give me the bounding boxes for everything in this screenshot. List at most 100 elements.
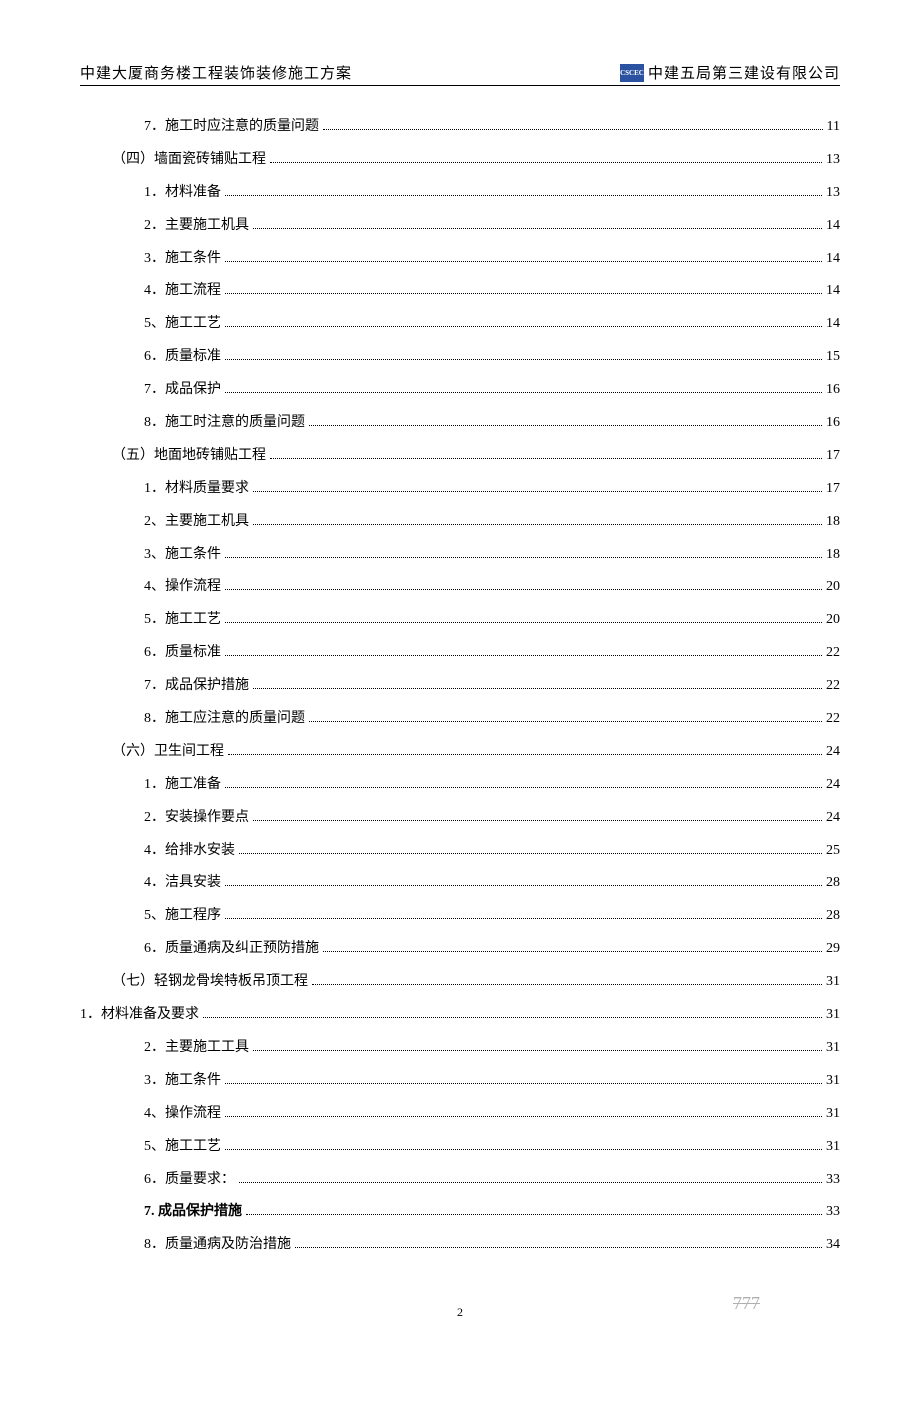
- toc-page-number: 18: [826, 513, 840, 532]
- toc-label: 8．施工时注意的质量问题: [144, 414, 305, 433]
- toc-leader-dots: [239, 853, 822, 854]
- toc-entry: 3、施工条件18: [80, 546, 840, 565]
- toc-page-number: 33: [826, 1171, 840, 1190]
- toc-leader-dots: [225, 885, 822, 886]
- toc-page-number: 14: [826, 282, 840, 301]
- toc-label: 7．成品保护: [144, 381, 221, 400]
- toc-label: （六）卫生间工程: [112, 743, 224, 762]
- toc-page-number: 31: [826, 1072, 840, 1091]
- toc-label: 4．给排水安装: [144, 842, 235, 861]
- toc-leader-dots: [225, 622, 822, 623]
- toc-label: （七）轻钢龙骨埃特板吊顶工程: [112, 973, 308, 992]
- header-left-title: 中建大厦商务楼工程装饰装修施工方案: [80, 62, 352, 83]
- toc-entry: 2．安装操作要点 24: [80, 809, 840, 828]
- toc-label: 6．质量标准: [144, 644, 221, 663]
- toc-page-number: 31: [826, 1039, 840, 1058]
- toc-entry: 8．施工时注意的质量问题 16: [80, 414, 840, 433]
- toc-label: 3．施工条件: [144, 1072, 221, 1091]
- toc-page-number: 24: [826, 809, 840, 828]
- toc-page-number: 20: [826, 578, 840, 597]
- toc-entry: 8．质量通病及防治措施34: [80, 1236, 840, 1255]
- toc-page-number: 28: [826, 907, 840, 926]
- toc-entry: 1．施工准备 24: [80, 776, 840, 795]
- company-logo-icon: CSCEC: [620, 64, 644, 82]
- toc-leader-dots: [225, 1149, 822, 1150]
- toc-label: 5、施工工艺: [144, 315, 221, 334]
- toc-entry: 6．质量标准 15: [80, 348, 840, 367]
- toc-page-number: 31: [826, 973, 840, 992]
- toc-entry: 4．施工流程 14: [80, 282, 840, 301]
- toc-entry: 1．材料质量要求17: [80, 480, 840, 499]
- toc-leader-dots: [309, 425, 822, 426]
- toc-label: 6．质量通病及纠正预防措施: [144, 940, 319, 959]
- toc-label: 7．成品保护措施: [144, 677, 249, 696]
- toc-label: 3、施工条件: [144, 546, 221, 565]
- toc-page-number: 22: [826, 677, 840, 696]
- toc-leader-dots: [225, 655, 822, 656]
- toc-label: 2．安装操作要点: [144, 809, 249, 828]
- toc-page-number: 24: [826, 776, 840, 795]
- page-number: 2: [80, 1305, 840, 1320]
- toc-entry: （五）地面地砖铺贴工程17: [80, 447, 840, 466]
- toc-label: 4．施工流程: [144, 282, 221, 301]
- toc-page-number: 33: [826, 1203, 840, 1222]
- toc-label: 3．施工条件: [144, 250, 221, 269]
- toc-leader-dots: [203, 1017, 822, 1018]
- toc-entry: 1．材料准备及要求31: [80, 1006, 840, 1025]
- toc-page-number: 34: [826, 1236, 840, 1255]
- toc-entry: （四）墙面瓷砖铺贴工程13: [80, 151, 840, 170]
- toc-label: 1．材料质量要求: [144, 480, 249, 499]
- toc-label: 5．施工工艺: [144, 611, 221, 630]
- toc-leader-dots: [309, 721, 822, 722]
- toc-entry: 2．主要施工机具14: [80, 217, 840, 236]
- toc-entry: 3．施工条件 31: [80, 1072, 840, 1091]
- toc-leader-dots: [225, 1116, 822, 1117]
- toc-leader-dots: [225, 589, 822, 590]
- toc-label: 1．施工准备: [144, 776, 221, 795]
- toc-entry: 4．洁具安装28: [80, 874, 840, 893]
- toc-label: 4．洁具安装: [144, 874, 221, 893]
- toc-label: 4、操作流程: [144, 1105, 221, 1124]
- toc-leader-dots: [225, 1083, 822, 1084]
- company-name: 中建五局第三建设有限公司: [648, 62, 840, 83]
- toc-leader-dots: [225, 195, 822, 196]
- toc-label: 6．质量要求：: [144, 1171, 235, 1190]
- toc-entry: 7．施工时应注意的质量问题11: [80, 118, 840, 137]
- toc-entry: 6．质量要求： 33: [80, 1171, 840, 1190]
- toc-leader-dots: [225, 261, 822, 262]
- toc-leader-dots: [246, 1214, 822, 1215]
- toc-entry: （七）轻钢龙骨埃特板吊顶工程 31: [80, 973, 840, 992]
- toc-leader-dots: [225, 326, 822, 327]
- toc-page-number: 24: [826, 743, 840, 762]
- toc-page-number: 16: [826, 414, 840, 433]
- toc-entry: 5、施工程序28: [80, 907, 840, 926]
- toc-leader-dots: [225, 392, 822, 393]
- toc-label: 6．质量标准: [144, 348, 221, 367]
- toc-entry: 6．质量标准22: [80, 644, 840, 663]
- toc-leader-dots: [225, 918, 822, 919]
- toc-entry: 4、操作流程20: [80, 578, 840, 597]
- toc-entry: 2、主要施工机具18: [80, 513, 840, 532]
- toc-label: （四）墙面瓷砖铺贴工程: [112, 151, 266, 170]
- toc-leader-dots: [253, 491, 822, 492]
- toc-leader-dots: [239, 1182, 822, 1183]
- toc-page-number: 15: [826, 348, 840, 367]
- toc-entry: 4、操作流程 31: [80, 1105, 840, 1124]
- toc-leader-dots: [323, 951, 822, 952]
- toc-leader-dots: [225, 293, 822, 294]
- toc-label: 7．施工时应注意的质量问题: [144, 118, 319, 137]
- header-right-company: CSCEC 中建五局第三建设有限公司: [620, 62, 840, 83]
- toc-entry: 5、施工工艺31: [80, 1138, 840, 1157]
- toc-entry: 3．施工条件14: [80, 250, 840, 269]
- footer-watermark: 777: [733, 1293, 760, 1314]
- toc-leader-dots: [270, 458, 822, 459]
- toc-leader-dots: [253, 1050, 822, 1051]
- toc-page-number: 25: [826, 842, 840, 861]
- toc-page-number: 20: [826, 611, 840, 630]
- toc-entry: （六）卫生间工程 24: [80, 743, 840, 762]
- toc-page-number: 31: [826, 1105, 840, 1124]
- toc-leader-dots: [225, 359, 822, 360]
- toc-entry: 7．成品保护16: [80, 381, 840, 400]
- toc-page-number: 14: [826, 315, 840, 334]
- toc-label: 2．主要施工工具: [144, 1039, 249, 1058]
